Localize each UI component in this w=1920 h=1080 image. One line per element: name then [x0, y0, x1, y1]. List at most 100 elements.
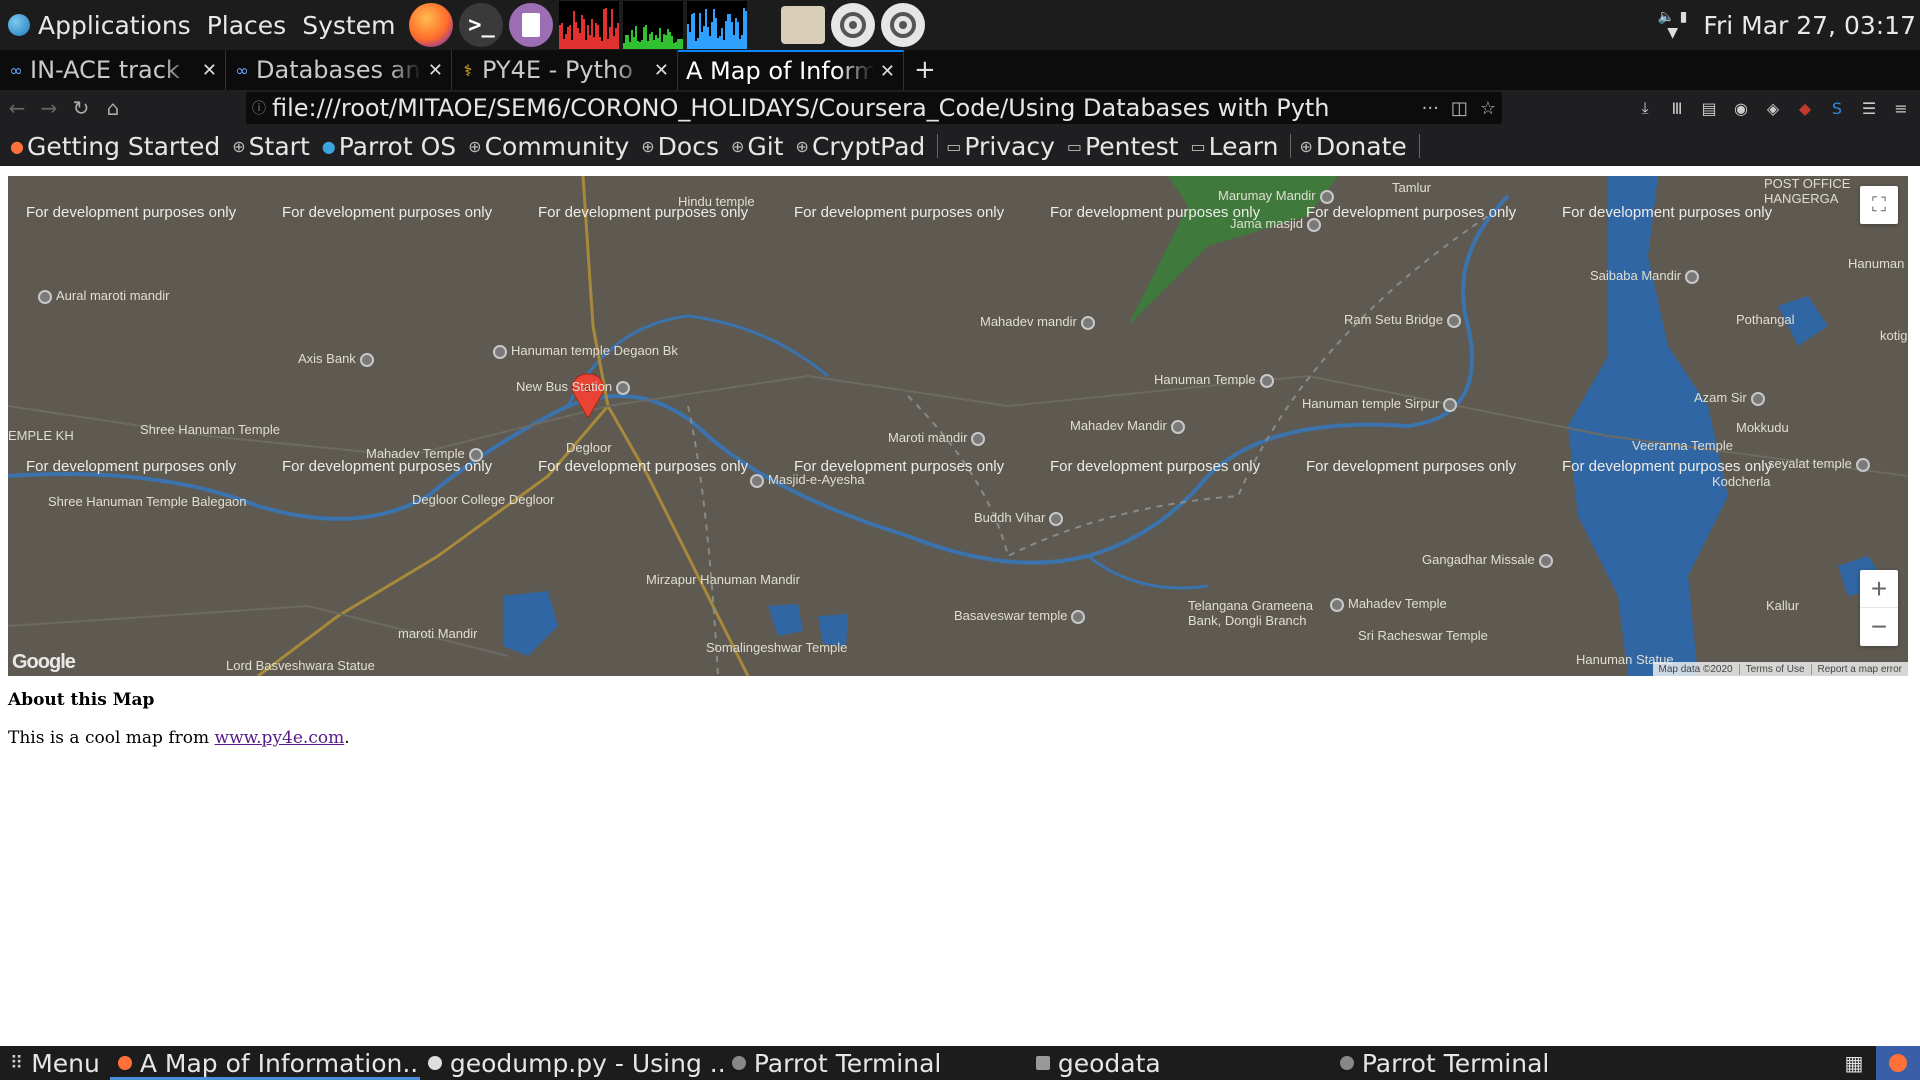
place-label[interactable]: Buddh Vihar	[974, 510, 1067, 526]
zoom-in-button[interactable]: +	[1860, 570, 1898, 608]
place-label[interactable]: Jama masjid	[1230, 216, 1325, 232]
page-actions-icon[interactable]: ···	[1422, 98, 1439, 119]
place-label[interactable]: Basaveswar temple	[954, 608, 1089, 624]
place-label[interactable]: Aural maroti mandir	[38, 288, 169, 304]
close-icon[interactable]: ✕	[880, 61, 895, 82]
place-label[interactable]: Shree Hanuman Temple Balegaon	[48, 494, 247, 509]
account-icon[interactable]: ◉	[1728, 94, 1754, 122]
place-label[interactable]: EMPLE KH	[8, 428, 74, 443]
place-label[interactable]: Kodcherla	[1712, 474, 1771, 489]
place-label[interactable]: Ram Setu Bridge	[1344, 312, 1465, 328]
place-label[interactable]: Shree Hanuman Temple	[140, 422, 280, 437]
taskbar-item-firefox[interactable]: A Map of Information...	[109, 1046, 420, 1080]
reload-button[interactable]: ↻	[66, 93, 96, 123]
place-label[interactable]: Sri Racheswar Temple	[1358, 628, 1488, 643]
places-menu[interactable]: Places	[199, 0, 295, 50]
fullscreen-button[interactable]: ⛶	[1860, 186, 1898, 224]
place-label[interactable]: Degloor	[566, 440, 612, 455]
place-label[interactable]: Mirzapur Hanuman Mandir	[646, 572, 800, 587]
bookmark-community[interactable]: ⊕ Community	[468, 132, 629, 161]
place-label[interactable]: Telangana Grameena Bank, Dongli Branch	[1188, 598, 1318, 628]
google-map[interactable]: For development purposes only For develo…	[8, 176, 1908, 676]
place-label[interactable]: Axis Bank	[298, 351, 378, 367]
target-launcher-icon[interactable]	[831, 3, 876, 47]
close-icon[interactable]: ✕	[428, 60, 443, 81]
url-bar[interactable]: ⓘ file:///root/MITAOE/SEM6/CORONO_HOLIDA…	[246, 92, 1502, 124]
download-icon[interactable]: ⤓	[1632, 94, 1658, 122]
place-label[interactable]: Mahadev Temple	[366, 446, 487, 462]
extension-icon[interactable]: ◈	[1760, 94, 1786, 122]
new-tab-button[interactable]: +	[904, 50, 946, 90]
target-launcher-icon-2[interactable]	[881, 3, 926, 47]
applications-menu[interactable]: Applications	[0, 0, 199, 50]
place-label[interactable]: Pothangal	[1736, 312, 1795, 327]
place-label[interactable]: seyalat temple	[1768, 456, 1874, 472]
taskbar-item-terminal-2[interactable]: Parrot Terminal	[1332, 1046, 1636, 1080]
network-icon[interactable]: ▼	[1667, 25, 1678, 41]
place-label[interactable]: Tamlur	[1392, 180, 1431, 195]
terms-of-use-link[interactable]: Terms of Use	[1740, 663, 1812, 675]
system-menu[interactable]: System	[294, 0, 403, 50]
tab-py4e[interactable]: ⚕ PY4E - Pytho ✕	[452, 50, 678, 90]
place-label[interactable]: Gangadhar Missale	[1422, 552, 1557, 568]
place-label[interactable]: kotig	[1880, 328, 1907, 343]
place-label[interactable]: Saibaba Mandir	[1590, 268, 1703, 284]
hamburger-menu-icon[interactable]: ≡	[1888, 94, 1914, 122]
place-label[interactable]: Hanuman temple Degaon Bk	[493, 343, 678, 359]
place-label[interactable]: New Bus Station	[516, 379, 634, 395]
place-label[interactable]: Kallur	[1766, 598, 1799, 613]
bookmark-parrot-os[interactable]: ● Parrot OS	[322, 132, 456, 161]
tab-map-of-information[interactable]: A Map of Inform ✕	[678, 50, 904, 90]
taskbar-item-terminal[interactable]: Parrot Terminal	[724, 1046, 1028, 1080]
report-error-link[interactable]: Report a map error	[1812, 664, 1908, 675]
place-label[interactable]: POST OFFICE HANGERGA	[1764, 176, 1864, 206]
close-icon[interactable]: ✕	[654, 60, 669, 81]
place-label[interactable]: Hanuman Temple	[1154, 372, 1278, 388]
place-label[interactable]: Somalingeshwar Temple	[706, 640, 847, 655]
place-label[interactable]: Degloor College Degloor	[412, 492, 554, 507]
firefox-launcher-icon[interactable]	[409, 3, 454, 47]
place-label[interactable]: Veeranna Temple	[1632, 438, 1733, 453]
close-icon[interactable]: ✕	[202, 60, 217, 81]
library-icon[interactable]: Ⅲ	[1664, 94, 1690, 122]
sidebar-icon[interactable]: ▤	[1696, 94, 1722, 122]
place-label[interactable]: maroti Mandir	[398, 626, 477, 641]
py4e-link[interactable]: www.py4e.com	[215, 728, 345, 748]
place-label[interactable]: Masjid-e-Ayesha	[750, 472, 865, 488]
bookmark-git[interactable]: ⊕ Git	[731, 132, 784, 161]
place-label[interactable]: Lord Basveshwara Statue	[226, 658, 375, 673]
taskbar-item-geodump[interactable]: geodump.py - Using ...	[420, 1046, 724, 1080]
place-label[interactable]: Azam Sir	[1694, 390, 1769, 406]
folder-launcher-icon[interactable]	[781, 6, 826, 44]
clock[interactable]: Fri Mar 27, 03:17	[1703, 11, 1916, 40]
bookmark-folder-learn[interactable]: ▭ Learn	[1190, 132, 1278, 161]
ublock-icon[interactable]: ◆	[1792, 94, 1818, 122]
main-menu-button[interactable]: ⠿ Menu	[0, 1049, 110, 1078]
bookmark-docs[interactable]: ⊕ Docs	[641, 132, 719, 161]
place-label[interactable]: Mahadev Mandir	[1070, 418, 1189, 434]
home-button[interactable]: ⌂	[98, 93, 128, 123]
place-label[interactable]: Mahadev mandir	[980, 314, 1099, 330]
bookmark-getting-started[interactable]: ● Getting Started	[10, 132, 220, 161]
place-label[interactable]: Marumay Mandir	[1218, 188, 1338, 204]
workspace-switcher-icon[interactable]: ▦	[1832, 1046, 1876, 1080]
info-icon[interactable]: ⓘ	[246, 98, 272, 118]
place-label[interactable]: Mahadev Temple	[1330, 596, 1447, 612]
bookmark-cryptpad[interactable]: ⊕ CryptPad	[796, 132, 926, 161]
pocket-icon[interactable]: ◫	[1451, 98, 1468, 119]
bookmark-start[interactable]: ⊕ Start	[232, 132, 309, 161]
firefox-tray-icon[interactable]	[1876, 1046, 1920, 1080]
taskbar-item-geodata[interactable]: geodata	[1028, 1046, 1332, 1080]
google-logo[interactable]: Google	[12, 651, 76, 674]
bookmark-folder-privacy[interactable]: ▭ Privacy	[946, 132, 1055, 161]
url-text[interactable]: file:///root/MITAOE/SEM6/CORONO_HOLIDAYS…	[272, 94, 1416, 122]
tab-databases[interactable]: ∞ Databases an ✕	[226, 50, 452, 90]
place-label[interactable]: Hindu temple	[678, 194, 755, 209]
back-button[interactable]: ←	[2, 93, 32, 123]
forward-button[interactable]: →	[34, 93, 64, 123]
volume-icon[interactable]: 🔈 ▮	[1658, 9, 1688, 25]
place-label[interactable]: Maroti mandir	[888, 430, 989, 446]
bookmark-donate[interactable]: ⊕ Donate	[1299, 132, 1406, 161]
place-label[interactable]: Hanuman	[1848, 256, 1904, 271]
place-label[interactable]: Mokkudu	[1736, 420, 1789, 435]
